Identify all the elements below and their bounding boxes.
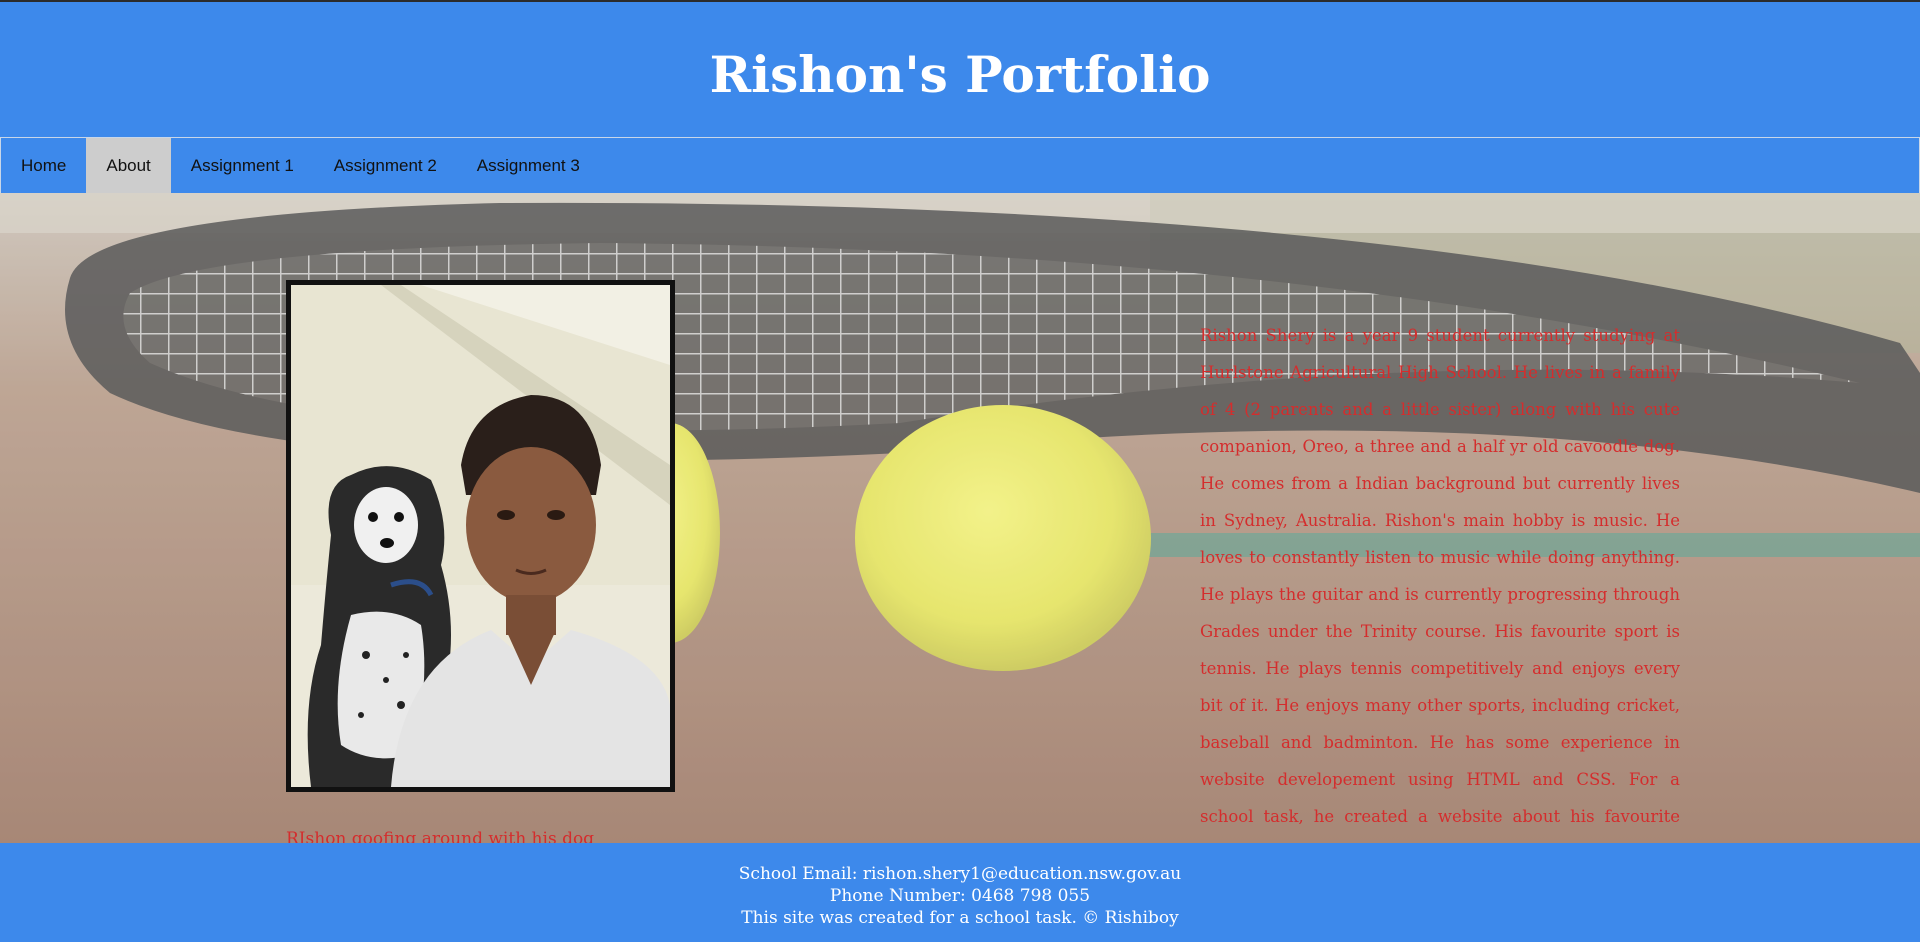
site-header: Rishon's Portfolio xyxy=(0,2,1920,137)
photo-caption: RIshon goofing around with his dog xyxy=(286,829,595,843)
site-footer: School Email: rishon.shery1@education.ns… xyxy=(0,843,1920,942)
footer-phone: Phone Number: 0468 798 055 xyxy=(829,886,1091,906)
about-section: RIshon goofing around with his dog Risho… xyxy=(0,193,1920,843)
profile-photo xyxy=(286,280,675,792)
nav-home[interactable]: Home xyxy=(1,138,86,193)
site-title: Rishon's Portfolio xyxy=(709,45,1211,104)
nav-assignment-2[interactable]: Assignment 2 xyxy=(314,138,457,193)
main-nav: Home About Assignment 1 Assignment 2 Ass… xyxy=(0,137,1920,194)
footer-credit: This site was created for a school task.… xyxy=(741,908,1179,928)
about-bio: Rishon Shery is a year 9 student current… xyxy=(1200,326,1680,826)
nav-assignment-1[interactable]: Assignment 1 xyxy=(171,138,314,193)
nav-assignment-3[interactable]: Assignment 3 xyxy=(457,138,600,193)
nav-about[interactable]: About xyxy=(86,138,171,193)
footer-email: School Email: rishon.shery1@education.ns… xyxy=(738,864,1182,884)
photo-of-boy-with-dog xyxy=(291,285,670,787)
